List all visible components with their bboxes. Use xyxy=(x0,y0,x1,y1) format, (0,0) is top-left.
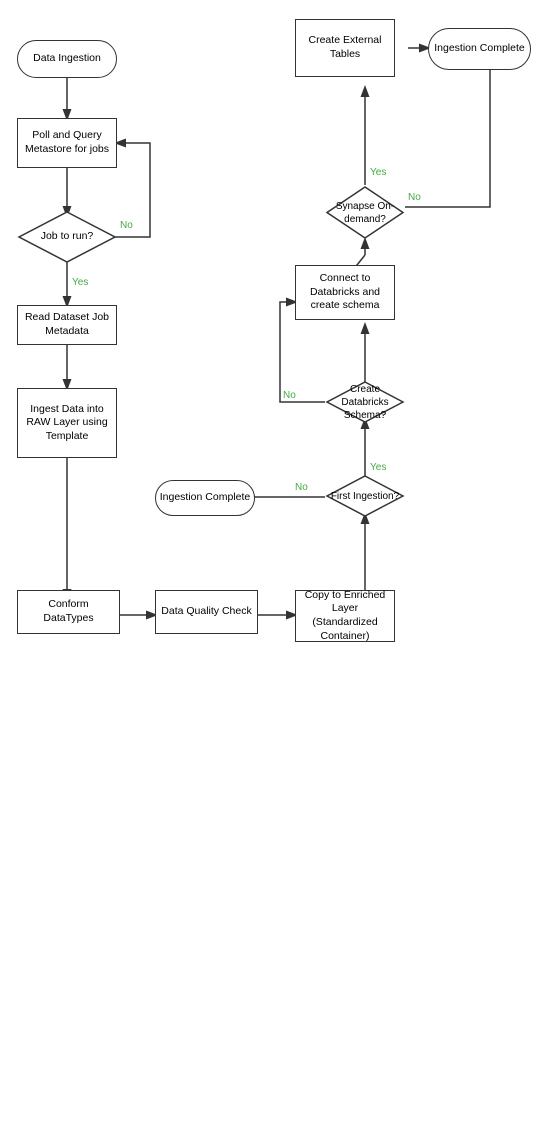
conform-datatypes-node: Conform DataTypes xyxy=(17,590,120,634)
data-ingestion-node: Data Ingestion xyxy=(17,40,117,78)
svg-text:Yes: Yes xyxy=(370,167,386,178)
ingestion-complete-left-node: Ingestion Complete xyxy=(155,480,255,516)
read-dataset-node: Read Dataset Job Metadata xyxy=(17,305,117,345)
flowchart-container: No Yes Yes No Yes No Yes No Data Ingesti… xyxy=(0,0,548,662)
create-external-node: Create External Tables xyxy=(295,19,395,77)
create-databricks-diamond: Create Databricks Schema? xyxy=(325,380,405,424)
ingestion-complete-right-node: Ingestion Complete xyxy=(428,28,531,70)
job-to-run-diamond: Job to run? xyxy=(17,210,117,264)
ingest-data-node: Ingest Data into RAW Layer using Templat… xyxy=(17,388,117,458)
synapse-ondemand-diamond: Synapse On-demand? xyxy=(325,185,405,240)
poll-query-node: Poll and Query Metastore for jobs xyxy=(17,118,117,168)
data-quality-node: Data Quality Check xyxy=(155,590,258,634)
